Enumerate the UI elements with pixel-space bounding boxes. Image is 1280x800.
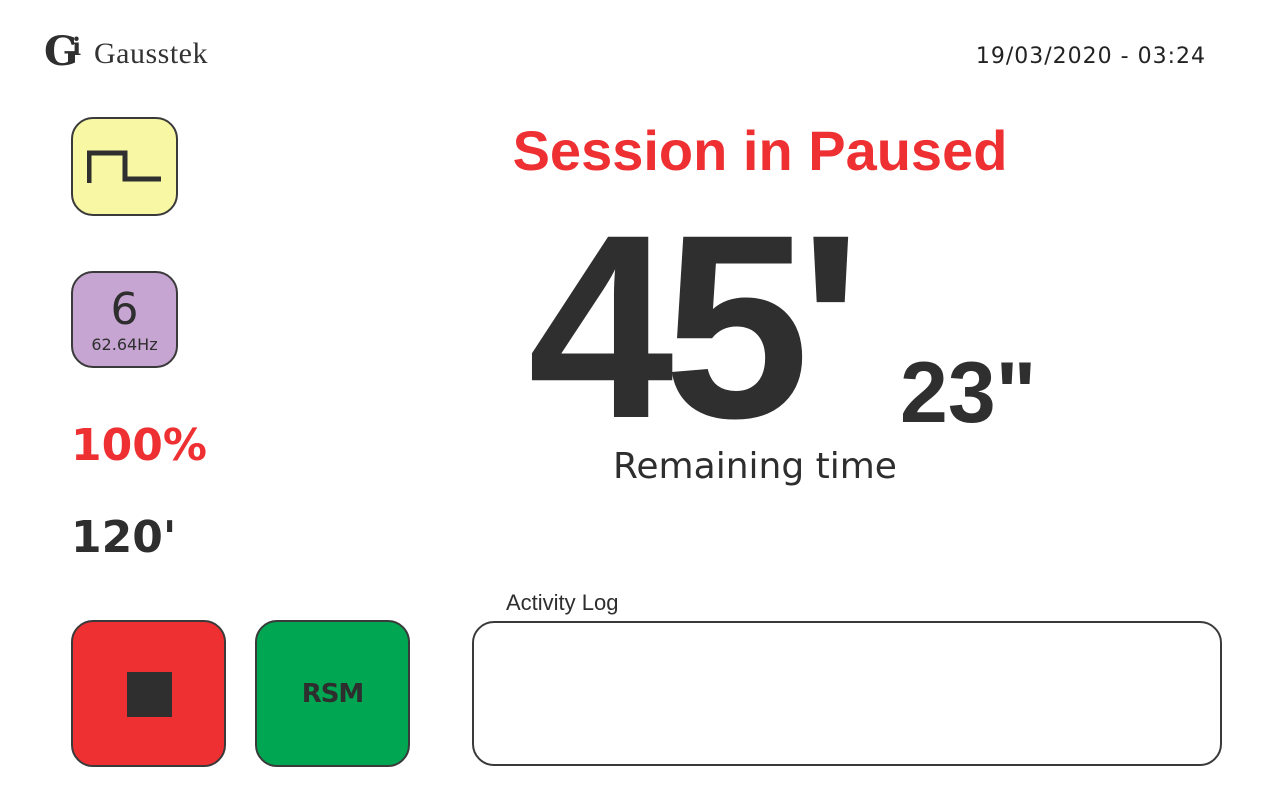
remaining-seconds: 23" xyxy=(900,345,1037,441)
remaining-timer: 45' 23" xyxy=(528,196,1088,458)
session-status: Session in Paused xyxy=(512,119,1008,182)
brand-name: Gausstek xyxy=(94,37,208,70)
activity-log[interactable] xyxy=(472,621,1222,766)
channel-button[interactable]: 6 62.64Hz xyxy=(71,271,178,368)
channel-frequency: 62.64Hz xyxy=(91,335,158,354)
activity-log-label: Activity Log xyxy=(506,590,619,615)
brand-logo: G i Gausstek xyxy=(44,30,208,74)
session-screen: G i Gausstek 19/03/2020 - 03:24 6 62.64H… xyxy=(0,0,1280,800)
waveform-button[interactable] xyxy=(71,117,178,216)
date-time: 19/03/2020 - 03:24 xyxy=(975,44,1206,69)
total-duration: 120' xyxy=(71,512,177,563)
intensity-value: 100% xyxy=(71,420,207,471)
remaining-minutes: 45' xyxy=(528,180,862,473)
remaining-time-label: Remaining time xyxy=(613,446,897,487)
resume-button[interactable]: RSM xyxy=(255,620,410,767)
logo-letter-i: i xyxy=(72,32,82,61)
resume-button-label: RSM xyxy=(301,678,365,709)
square-wave-icon xyxy=(87,150,161,183)
logo-mark-icon: G i xyxy=(44,30,88,74)
stop-button[interactable] xyxy=(71,620,226,767)
channel-number: 6 xyxy=(110,284,139,335)
stop-icon xyxy=(127,672,172,717)
